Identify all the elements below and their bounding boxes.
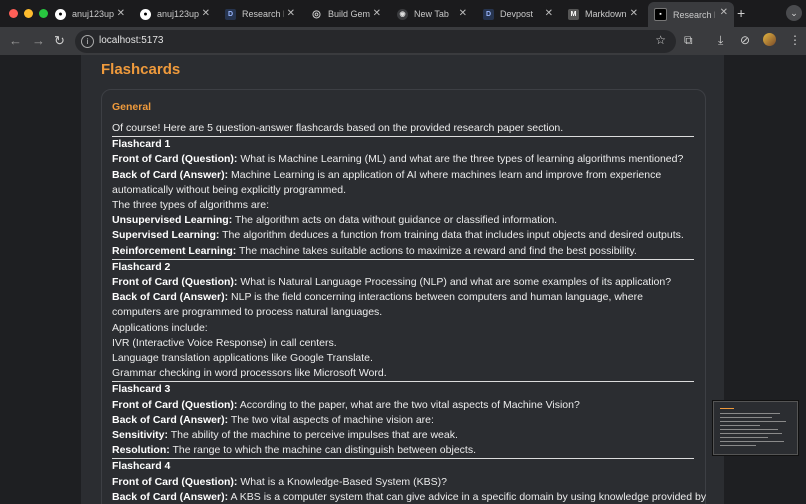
- flashcard-line: Back of Card (Answer): The two vital asp…: [112, 413, 434, 426]
- close-tab-icon[interactable]: ✕: [545, 8, 553, 19]
- browser-tab[interactable]: M Markdown ✕: [568, 3, 638, 25]
- globe-icon: ◎: [312, 8, 321, 20]
- new-tab-button[interactable]: +: [737, 5, 745, 21]
- browser-tab[interactable]: ● anuj123upa ✕: [140, 3, 210, 25]
- thumb-line: [720, 417, 772, 418]
- browser-tab[interactable]: ◉ New Tab ✕: [397, 3, 467, 25]
- intro-text: Of course! Here are 5 question-answer fl…: [112, 121, 694, 138]
- flashcard-title: Flashcard 2: [112, 260, 171, 273]
- markdown-icon: M: [568, 8, 579, 20]
- app-icon: ▪: [654, 8, 667, 21]
- devpost-icon: D: [225, 8, 236, 20]
- thumb-line: [720, 441, 784, 442]
- close-tab-icon[interactable]: ✕: [459, 8, 467, 19]
- tab-search-icon[interactable]: ⌄: [786, 5, 802, 21]
- flashcard-line: Grammar checking in word processors like…: [112, 366, 694, 383]
- thumb-line: [720, 445, 756, 446]
- extensions-icon[interactable]: ⧉: [684, 33, 693, 48]
- flashcard-line: Front of Card (Question): What is Machin…: [112, 153, 684, 166]
- devpost-icon: D: [483, 8, 494, 20]
- github-icon: ●: [140, 8, 151, 20]
- extension-icon[interactable]: ⊘: [740, 33, 750, 47]
- browser-toolbar: ← → ↻ i localhost:5173 ☆ ⧉ ⤓ ⊘ ⋮: [0, 27, 806, 55]
- flashcard-line: Front of Card (Question): What is a Know…: [112, 475, 447, 488]
- github-icon: ●: [55, 8, 66, 20]
- site-info-icon[interactable]: i: [81, 35, 94, 48]
- close-window-button[interactable]: [9, 9, 18, 18]
- thumb-line: [720, 437, 768, 438]
- back-icon[interactable]: ←: [9, 33, 22, 48]
- browser-tab[interactable]: D Research P ✕: [225, 3, 295, 25]
- flashcard-line: Applications include:: [112, 321, 208, 334]
- url-text[interactable]: localhost:5173: [99, 35, 164, 46]
- flashcard-title: Flashcard 3: [112, 383, 171, 396]
- flashcard-line: Front of Card (Question): What is Natura…: [112, 276, 672, 289]
- browser-tab-strip: ● anuj123upa ✕ ● anuj123upa ✕ D Research…: [0, 0, 806, 27]
- flashcard-line: Front of Card (Question): According to t…: [112, 398, 580, 411]
- flashcards-content: Of course! Here are 5 question-answer fl…: [112, 121, 707, 504]
- section-title: General: [112, 101, 152, 113]
- reload-icon[interactable]: ↻: [54, 33, 65, 49]
- browser-tab[interactable]: D Devpost ✕: [483, 3, 553, 25]
- close-tab-icon[interactable]: ✕: [630, 8, 638, 19]
- flashcard-line: Back of Card (Answer): Machine Learning …: [112, 168, 662, 196]
- profile-avatar[interactable]: [763, 33, 776, 46]
- flashcard-line: Resolution: The range to which the machi…: [112, 443, 694, 460]
- flashcard-title: Flashcard 1: [112, 138, 171, 151]
- page-title: Flashcards: [101, 61, 181, 78]
- browser-tab[interactable]: ● anuj123upa ✕: [55, 3, 125, 25]
- flashcard-line: IVR (Interactive Voice Response) in call…: [112, 336, 337, 349]
- close-tab-icon[interactable]: ✕: [720, 7, 728, 18]
- flashcard-line: Unsupervised Learning: The algorithm act…: [112, 214, 558, 227]
- window-controls: [9, 9, 48, 18]
- thumb-line: [720, 421, 786, 422]
- flashcard-line: Back of Card (Answer): A KBS is a comput…: [112, 490, 707, 503]
- maximize-window-button[interactable]: [39, 9, 48, 18]
- download-icon[interactable]: ⤓: [718, 33, 723, 48]
- close-tab-icon[interactable]: ✕: [202, 8, 210, 19]
- thumb-line: [720, 413, 780, 414]
- flashcard-line: Reinforcement Learning: The machine take…: [112, 244, 694, 260]
- bookmark-star-icon[interactable]: ☆: [655, 33, 666, 47]
- browser-tab[interactable]: ◎ Build Gemi ✕: [311, 3, 381, 25]
- flashcard-line: Supervised Learning: The algorithm deduc…: [112, 229, 684, 242]
- flashcard-line: The three types of algorithms are:: [112, 199, 269, 212]
- close-tab-icon[interactable]: ✕: [117, 8, 125, 19]
- flashcard-line: Back of Card (Answer): NLP is the field …: [112, 291, 643, 319]
- address-bar[interactable]: i localhost:5173 ☆: [75, 30, 676, 53]
- flashcard-title: Flashcard 4: [112, 460, 171, 473]
- flashcard-line: Sensitivity: The ability of the machine …: [112, 429, 458, 442]
- thumb-line: [720, 433, 782, 434]
- thumb-line: [720, 425, 760, 426]
- thumb-line: [720, 408, 734, 409]
- forward-icon[interactable]: →: [32, 33, 45, 48]
- flashcard-line: Language translation applications like G…: [112, 352, 373, 365]
- window-preview-thumbnail[interactable]: [713, 401, 798, 455]
- browser-tab-active[interactable]: ▪ Research P ✕: [648, 2, 734, 27]
- thumb-line: [720, 429, 778, 430]
- minimize-window-button[interactable]: [24, 9, 33, 18]
- page-viewport: Flashcards General Of course! Here are 5…: [0, 55, 806, 504]
- chrome-icon: ◉: [397, 8, 408, 20]
- menu-icon[interactable]: ⋮: [789, 33, 801, 47]
- close-tab-icon[interactable]: ✕: [373, 8, 381, 19]
- close-tab-icon[interactable]: ✕: [287, 8, 295, 19]
